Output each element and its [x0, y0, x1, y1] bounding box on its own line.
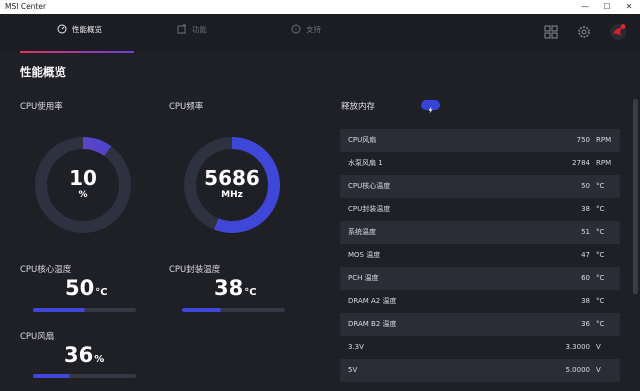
maximize-button[interactable]: ☐	[596, 0, 618, 14]
row-label: 5V	[348, 366, 358, 374]
row-label: PCH 温度	[348, 274, 379, 282]
row-unit: V	[596, 366, 601, 374]
close-button[interactable]: ✕	[618, 0, 640, 14]
row-value: 38	[581, 205, 590, 213]
row-label: MOS 温度	[348, 251, 381, 259]
row-unit: °C	[596, 205, 605, 213]
value-number: 38	[214, 276, 244, 300]
tab-support[interactable]: ! 支持	[291, 14, 321, 44]
row-unit: °C	[596, 320, 605, 328]
msi-dragon-logo[interactable]	[609, 23, 627, 41]
features-icon	[177, 24, 186, 34]
row-label: 水泵风扇 1	[348, 159, 383, 167]
row-unit: RPM	[596, 136, 612, 144]
value-number: 50	[65, 276, 95, 300]
row-unit: °C	[596, 274, 605, 282]
row-unit: °C	[596, 228, 605, 236]
cpu-usage-label: CPU使用率	[20, 102, 63, 112]
cpu-package-temp-value: 38°C	[214, 276, 257, 300]
cpu-usage-unit: %	[78, 190, 88, 200]
table-row: 3.3V 3.3000 V	[340, 336, 620, 359]
row-value: 36	[581, 320, 590, 328]
table-row: PCH 温度 60 °C	[340, 267, 620, 290]
release-memory-button[interactable]	[421, 100, 440, 114]
cpu-usage-value: 10	[69, 166, 97, 190]
bar-fill	[33, 374, 71, 378]
row-value: 2784	[572, 159, 590, 167]
row-value: 47	[581, 251, 590, 259]
value-unit: %	[94, 354, 105, 365]
cpu-core-temp-value: 50°C	[65, 276, 108, 300]
value-unit: °C	[95, 287, 108, 298]
row-label: 3.3V	[348, 343, 364, 351]
row-unit: °C	[596, 251, 605, 259]
row-unit: °C	[596, 297, 605, 305]
row-label: CPU核心温度	[348, 182, 391, 190]
lightning-icon	[428, 106, 433, 114]
cpu-freq-unit: MHz	[221, 190, 243, 200]
table-row: DRAM A2 温度 38 °C	[340, 290, 620, 313]
table-row: 5V 5.0000 V	[340, 359, 620, 382]
row-unit: V	[596, 343, 601, 351]
table-row: DRAM B2 温度 36 °C	[340, 313, 620, 336]
cpu-fan-value: 36%	[64, 343, 104, 367]
tab-performance-overview[interactable]: 性能概览	[57, 14, 102, 44]
cpu-package-temp-bar	[182, 308, 285, 312]
cpu-fan-label: CPU风扇	[20, 332, 55, 342]
row-unit: °C	[596, 182, 605, 190]
table-row: CPU风扇 750 RPM	[340, 129, 620, 152]
row-label: DRAM A2 温度	[348, 297, 397, 305]
top-nav: 性能概览 功能 ! 支持	[0, 14, 640, 54]
value-number: 36	[64, 343, 94, 367]
row-value: 5.0000	[565, 366, 591, 374]
cpu-freq-value: 5686	[204, 166, 260, 190]
row-value: 60	[581, 274, 590, 282]
table-row: CPU核心温度 50 °C	[340, 175, 620, 198]
main-panel: 性能概览 CPU使用率 10 % CPU频率 5686 MHz CPU核心温度 …	[0, 54, 640, 391]
page-title: 性能概览	[20, 65, 66, 79]
tab-features[interactable]: 功能	[177, 14, 207, 44]
app-title: MSI Center	[5, 2, 47, 11]
table-row: 水泵风扇 1 2784 RPM	[340, 152, 620, 175]
row-value: 3.3000	[565, 343, 591, 351]
row-unit: RPM	[596, 159, 612, 167]
support-icon: !	[291, 24, 301, 34]
cpu-package-temp-label: CPU封装温度	[169, 265, 221, 275]
row-label: CPU封装温度	[348, 205, 391, 213]
active-tab-indicator	[20, 51, 134, 53]
gear-icon[interactable]	[576, 24, 592, 40]
table-row: 系统温度 51 °C	[340, 221, 620, 244]
release-memory-label: 释放内存	[341, 102, 376, 112]
row-label: CPU风扇	[348, 136, 377, 144]
grid-icon[interactable]	[543, 24, 559, 40]
tab-label: 性能概览	[72, 24, 102, 34]
bar-fill	[182, 308, 222, 312]
row-label: DRAM B2 温度	[348, 320, 397, 328]
tab-label: 功能	[192, 24, 207, 34]
tab-label: 支持	[306, 24, 321, 34]
row-value: 750	[576, 136, 590, 144]
value-unit: °C	[244, 287, 257, 298]
sensor-table: CPU风扇 750 RPM 水泵风扇 1 2784 RPM CPU核心温度 50 °C CPU封装…	[340, 129, 620, 382]
table-row: CPU封装温度 38 °C	[340, 198, 620, 221]
scrollbar[interactable]	[633, 99, 638, 294]
row-value: 51	[581, 228, 590, 236]
gauge-icon	[57, 24, 67, 34]
minimize-button[interactable]: —	[574, 0, 596, 14]
row-value: 38	[581, 297, 590, 305]
cpu-core-temp-bar	[33, 308, 136, 312]
svg-text:!: !	[295, 27, 297, 34]
title-bar: MSI Center — ☐ ✕	[0, 0, 640, 14]
cpu-freq-label: CPU频率	[169, 102, 204, 112]
bar-fill	[33, 308, 85, 312]
row-label: 系统温度	[348, 228, 376, 236]
cpu-core-temp-label: CPU核心温度	[20, 265, 72, 275]
table-row: MOS 温度 47 °C	[340, 244, 620, 267]
cpu-fan-bar	[33, 374, 136, 378]
row-value: 50	[581, 182, 590, 190]
